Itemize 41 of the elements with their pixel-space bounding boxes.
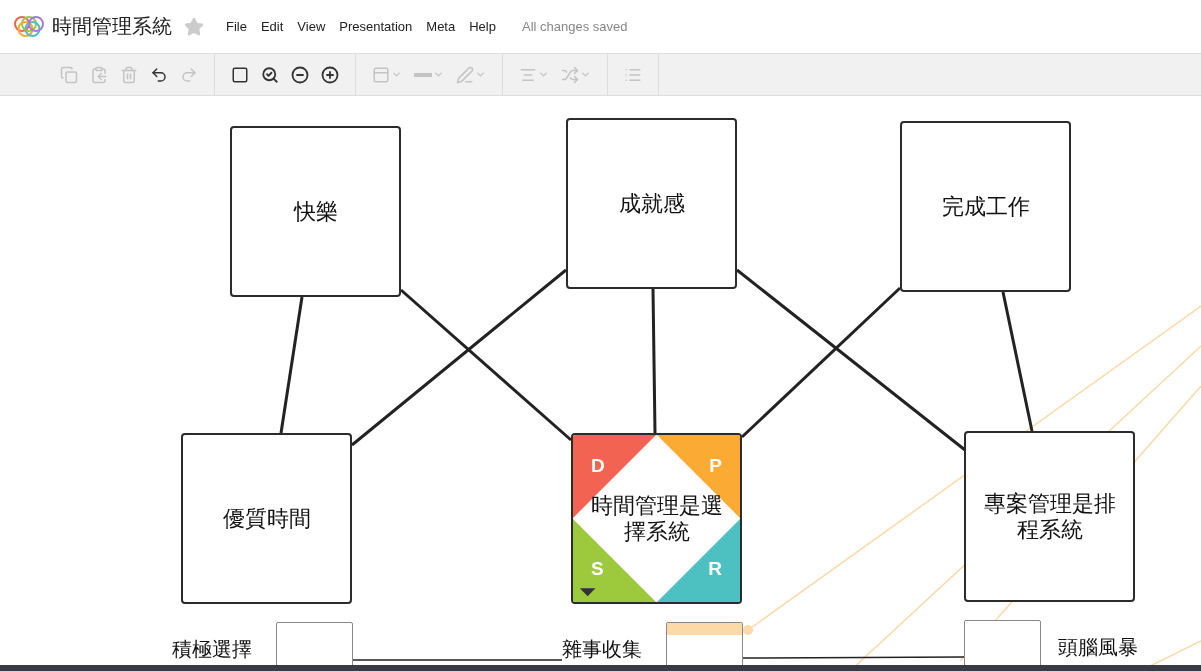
- shuffle-icon: [561, 65, 579, 84]
- trash-icon: [120, 65, 138, 84]
- quadrant-letter: S: [591, 558, 604, 580]
- caret-icon: [433, 69, 444, 80]
- node-label: 時間管理是選擇系統: [589, 492, 724, 545]
- node-label: 快樂: [293, 198, 338, 225]
- caret-icon: [579, 588, 596, 597]
- caret-icon: [538, 69, 549, 80]
- node-label: 頭腦風暴: [1058, 634, 1138, 661]
- connector-handle[interactable]: [743, 625, 753, 635]
- star-icon[interactable]: [184, 16, 204, 37]
- node-label: 完成工作: [941, 193, 1030, 220]
- magnifier-icon: [261, 65, 279, 84]
- redo-icon: [180, 65, 198, 84]
- caret-icon: [391, 69, 402, 80]
- square-icon: [231, 65, 249, 84]
- node-label: 成就感: [618, 190, 685, 217]
- pen-icon: [456, 65, 474, 84]
- zoom-out-icon: [291, 65, 309, 84]
- quadrant-letter: R: [708, 558, 722, 580]
- menu-item[interactable]: Meta: [426, 19, 456, 34]
- save-status: All changes saved: [521, 19, 628, 34]
- undo-icon: [150, 65, 168, 84]
- zoom-in-icon: [321, 65, 339, 84]
- menu-item[interactable]: File: [226, 19, 247, 34]
- caret-icon: [475, 69, 486, 80]
- node-label: 專案管理是排程系統: [982, 490, 1117, 543]
- menu-item[interactable]: Presentation: [339, 19, 413, 34]
- node-label: 積極選擇: [172, 636, 252, 663]
- document-title: 時間管理系統: [52, 13, 172, 40]
- menu-item[interactable]: Edit: [260, 19, 284, 34]
- quadrant-letter: P: [709, 455, 722, 477]
- menu-item[interactable]: View: [297, 19, 326, 34]
- node-label: 雜事收集: [562, 636, 642, 663]
- paste-icon: [90, 65, 108, 84]
- caret-icon: [580, 69, 591, 80]
- quadrant-letter: D: [591, 455, 605, 477]
- panel-icon: [372, 65, 390, 84]
- node-label: 優質時間: [222, 505, 311, 532]
- menu-item[interactable]: Help: [469, 19, 496, 34]
- copy-icon: [60, 65, 78, 84]
